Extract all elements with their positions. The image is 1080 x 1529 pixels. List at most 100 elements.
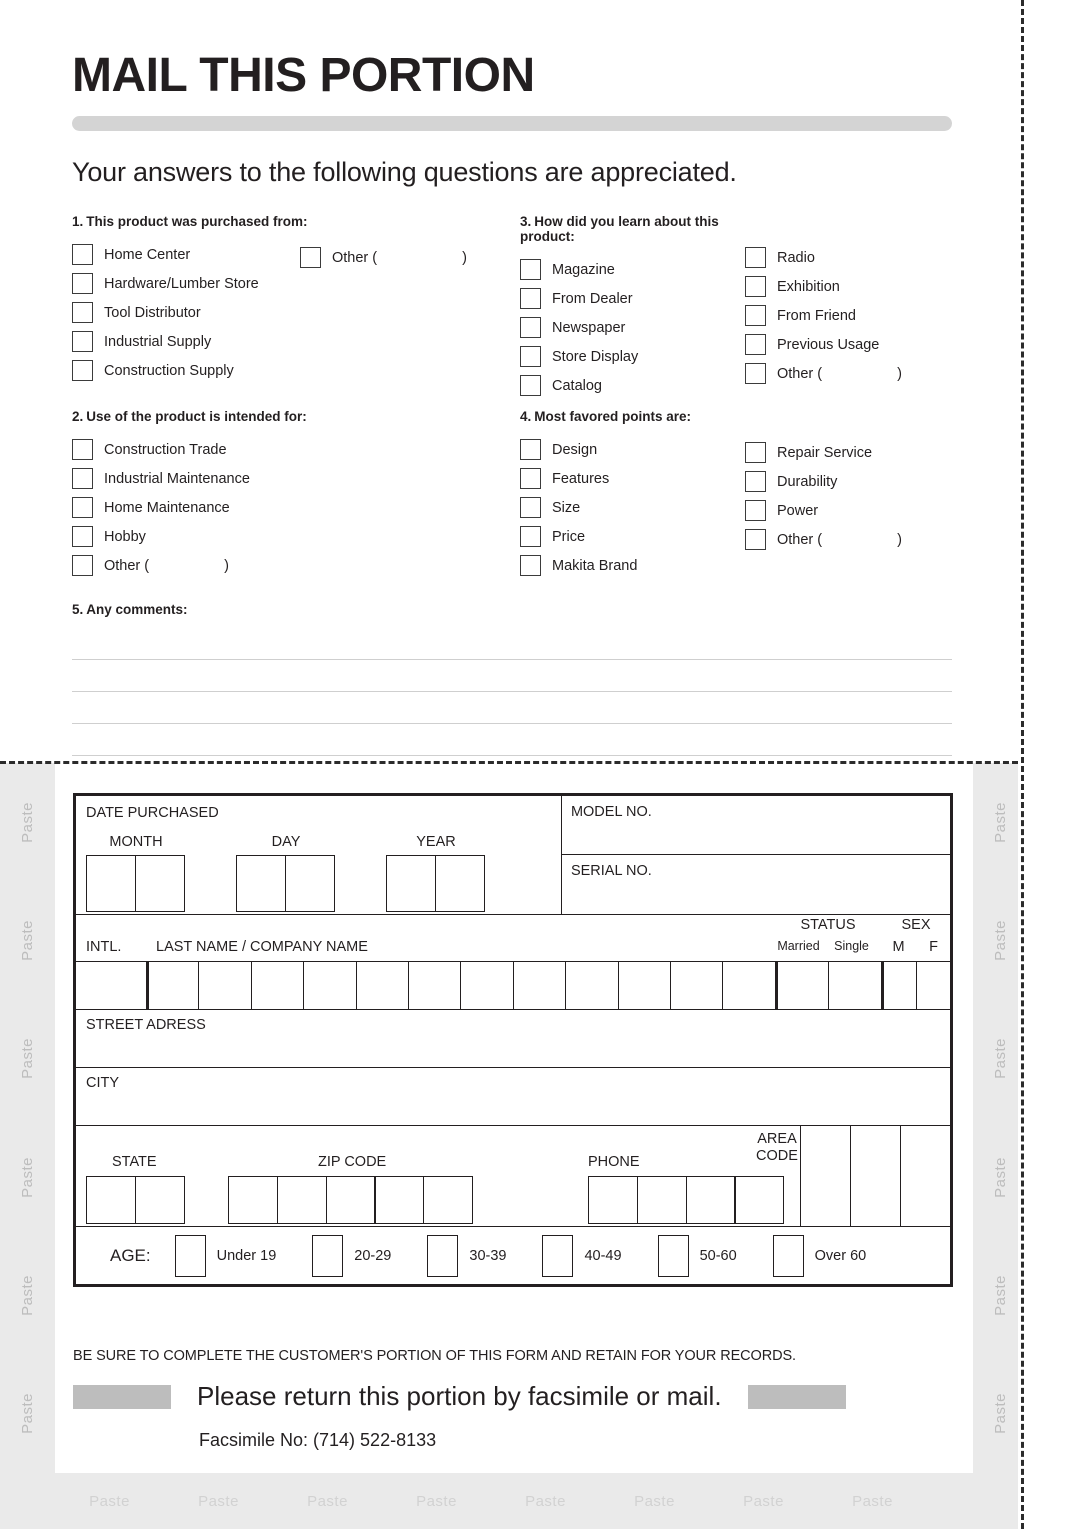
checkbox-icon[interactable] [520,259,541,280]
checkbox-icon[interactable] [312,1234,344,1277]
age-option[interactable]: 20-29 [312,1234,391,1277]
checkbox-option[interactable]: Construction Supply [72,356,522,385]
checkbox-icon[interactable] [72,273,93,294]
street-address-field[interactable]: STREET ADRESS [76,1010,950,1067]
name-cell[interactable] [198,961,251,1009]
male-cell[interactable] [880,961,916,1009]
checkbox-option-other[interactable]: Other ( ) [745,525,902,554]
input-cell[interactable] [86,855,136,912]
checkbox-option[interactable]: Previous Usage [745,330,902,359]
name-cell[interactable] [565,961,618,1009]
checkbox-icon[interactable] [520,555,541,576]
checkbox-option[interactable]: Features [520,464,760,493]
checkbox-option[interactable]: Industrial Maintenance [72,464,522,493]
area-code-cells[interactable] [800,1126,950,1226]
input-cell[interactable] [900,1126,950,1226]
checkbox-option[interactable]: Price [520,522,760,551]
checkbox-icon[interactable] [72,360,93,381]
zip-cells[interactable] [228,1176,474,1224]
city-row[interactable]: CITY [76,1068,950,1126]
checkbox-option[interactable]: From Friend [745,301,902,330]
checkbox-icon[interactable] [520,526,541,547]
checkbox-icon[interactable] [745,363,766,384]
checkbox-option[interactable]: Hardware/Lumber Store [72,269,522,298]
name-cell[interactable] [146,961,199,1009]
comment-line[interactable] [72,628,952,660]
input-cell[interactable] [588,1176,638,1224]
input-cell[interactable] [276,1176,327,1224]
checkbox-icon[interactable] [520,439,541,460]
checkbox-option[interactable]: From Dealer [520,284,760,313]
checkbox-icon[interactable] [542,1234,574,1277]
checkbox-icon[interactable] [72,555,93,576]
name-cell[interactable] [250,961,304,1009]
married-cell[interactable] [774,961,828,1009]
checkbox-option[interactable]: Exhibition [745,272,902,301]
state-cells[interactable] [86,1176,185,1224]
model-no-field[interactable]: MODEL NO. [561,796,950,855]
intl-cell[interactable] [76,961,146,1009]
checkbox-icon[interactable] [657,1234,689,1277]
age-option[interactable]: 30-39 [427,1234,506,1277]
checkbox-icon[interactable] [72,244,93,265]
checkbox-option[interactable]: Power [745,496,902,525]
age-option[interactable]: 40-49 [542,1234,622,1277]
checkbox-option[interactable]: Size [520,493,760,522]
comment-line[interactable] [72,692,952,724]
female-cell[interactable] [915,961,951,1009]
name-cell[interactable] [460,961,513,1009]
name-cell[interactable] [303,961,356,1009]
checkbox-icon[interactable] [72,302,93,323]
checkbox-option[interactable]: Magazine [520,255,760,284]
checkbox-option[interactable]: Industrial Supply [72,327,522,356]
checkbox-icon[interactable] [745,305,766,326]
checkbox-icon[interactable] [745,529,766,550]
input-cell[interactable] [734,1176,785,1224]
checkbox-icon[interactable] [745,276,766,297]
checkbox-icon[interactable] [745,247,766,268]
checkbox-icon[interactable] [520,375,541,396]
checkbox-option-other[interactable]: Other ( ) [745,359,902,388]
checkbox-icon[interactable] [520,288,541,309]
phone-cells[interactable] [588,1176,785,1224]
checkbox-option[interactable]: Design [520,435,760,464]
input-cell[interactable] [228,1176,278,1224]
input-cell[interactable] [423,1176,474,1224]
checkbox-option[interactable]: Tool Distributor [72,298,522,327]
name-cell[interactable] [617,961,670,1009]
name-cell[interactable] [722,961,775,1009]
checkbox-option[interactable]: Durability [745,467,902,496]
checkbox-option[interactable]: Construction Trade [72,435,522,464]
input-cell[interactable] [386,855,436,912]
checkbox-icon[interactable] [772,1234,804,1277]
checkbox-icon[interactable] [745,334,766,355]
input-cell[interactable] [850,1126,900,1226]
checkbox-icon[interactable] [520,346,541,367]
checkbox-option[interactable]: Store Display [520,342,760,371]
input-cell[interactable] [236,855,286,912]
checkbox-option[interactable]: Newspaper [520,313,760,342]
input-cell[interactable] [374,1176,425,1224]
input-cell[interactable] [86,1176,136,1224]
checkbox-icon[interactable] [745,471,766,492]
age-option[interactable]: 50-60 [657,1234,737,1277]
checkbox-option[interactable]: Repair Service [745,438,902,467]
street-address-row[interactable]: STREET ADRESS [76,1010,950,1068]
year-cells[interactable] [386,855,486,912]
comment-line[interactable] [72,660,952,692]
input-cell[interactable] [685,1176,736,1224]
checkbox-icon[interactable] [520,497,541,518]
month-cells[interactable] [86,855,186,912]
input-cell[interactable] [325,1176,376,1224]
age-option[interactable]: Over 60 [772,1234,866,1277]
checkbox-icon[interactable] [520,468,541,489]
checkbox-option[interactable]: Hobby [72,522,522,551]
checkbox-option-other[interactable]: Other ( ) [300,243,467,272]
checkbox-icon[interactable] [300,247,321,268]
age-option[interactable]: Under 19 [174,1234,276,1277]
name-cell[interactable] [669,961,723,1009]
name-cell[interactable] [355,961,408,1009]
checkbox-icon[interactable] [520,317,541,338]
comments-lines[interactable] [72,628,952,756]
input-cell[interactable] [434,855,485,912]
